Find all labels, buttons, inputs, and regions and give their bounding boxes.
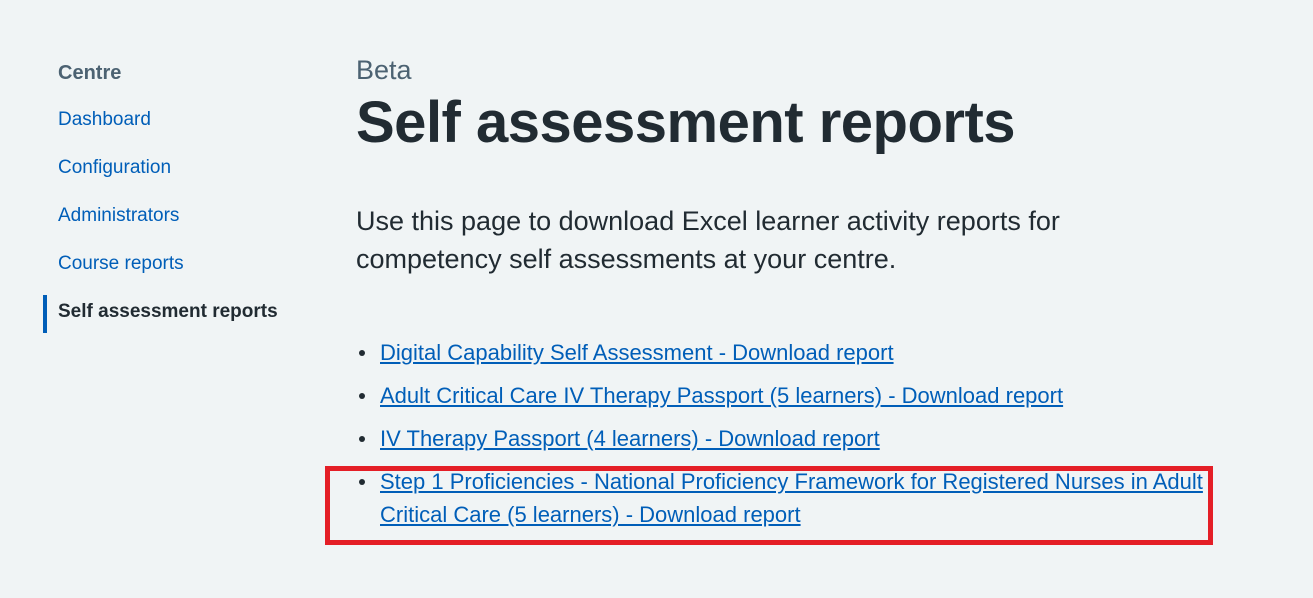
page-lede: Use this page to download Excel learner … — [356, 206, 1060, 274]
sidebar-current-label: Self assessment reports — [58, 301, 278, 322]
sidebar-link-course-reports[interactable]: Course reports — [58, 253, 184, 274]
report-list-item: Adult Critical Care IV Therapy Passport … — [356, 379, 1216, 412]
download-report-link[interactable]: Digital Capability Self Assessment - Dow… — [380, 340, 894, 365]
page-title: Self assessment reports — [356, 90, 1016, 155]
sidebar-nav: Centre Dashboard Configuration Administr… — [43, 58, 303, 346]
page: Centre Dashboard Configuration Administr… — [0, 0, 1313, 598]
report-list-item: Step 1 Proficiencies - National Proficie… — [356, 465, 1216, 531]
sidebar-list: Dashboard Configuration Administrators C… — [43, 106, 303, 346]
sidebar-item-course-reports: Course reports — [43, 250, 303, 298]
page-caption: Beta — [356, 55, 412, 85]
sidebar-item-administrators: Administrators — [43, 202, 303, 250]
report-list-item: Digital Capability Self Assessment - Dow… — [356, 336, 1216, 369]
report-list-item: IV Therapy Passport (4 learners) - Downl… — [356, 422, 1216, 455]
sidebar-link-configuration[interactable]: Configuration — [58, 157, 171, 178]
sidebar-link-dashboard[interactable]: Dashboard — [58, 109, 151, 130]
sidebar-link-administrators[interactable]: Administrators — [58, 205, 179, 226]
sidebar-heading: Centre — [58, 62, 122, 84]
sidebar-item-dashboard: Dashboard — [43, 106, 303, 154]
main-content: Beta Self assessment reports Use this pa… — [356, 52, 1276, 541]
sidebar-item-configuration: Configuration — [43, 154, 303, 202]
download-report-link[interactable]: IV Therapy Passport (4 learners) - Downl… — [380, 426, 880, 451]
download-report-link[interactable]: Step 1 Proficiencies - National Proficie… — [380, 469, 1203, 527]
sidebar-item-self-assessment-reports: Self assessment reports — [43, 295, 303, 346]
report-list: Digital Capability Self Assessment - Dow… — [356, 336, 1216, 531]
download-report-link[interactable]: Adult Critical Care IV Therapy Passport … — [380, 383, 1063, 408]
